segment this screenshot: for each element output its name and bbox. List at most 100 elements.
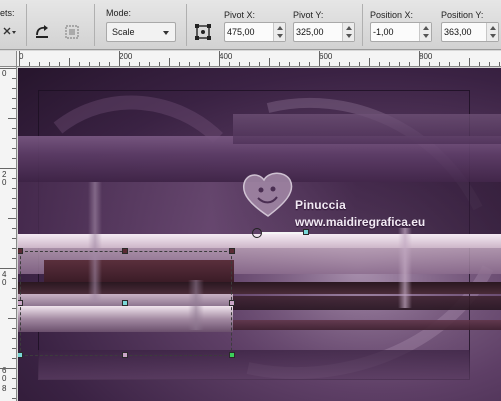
position-y-stepper[interactable] — [486, 23, 498, 41]
ruler-tick — [12, 188, 16, 189]
handle-center[interactable] — [122, 300, 128, 306]
ruler-tick — [99, 62, 100, 66]
arrow-up-icon[interactable] — [277, 26, 283, 30]
pivot-x-input[interactable] — [227, 24, 271, 40]
ruler-tick — [79, 62, 80, 66]
pivot-y-stepper[interactable] — [342, 23, 354, 41]
handle-bottom-right[interactable] — [229, 352, 235, 358]
position-x-spinner[interactable] — [370, 22, 432, 42]
ruler-tick — [149, 62, 150, 66]
ruler-tick — [389, 62, 390, 66]
ruler-tick — [249, 62, 250, 66]
toolbar-separator — [94, 4, 95, 46]
mode-value: Scale — [112, 27, 135, 37]
arrow-down-icon[interactable] — [346, 34, 352, 38]
ruler-tick — [209, 62, 210, 66]
watermark-url: www.maidiregrafica.eu — [295, 215, 426, 229]
ruler-tick — [69, 58, 70, 66]
ruler-tick — [259, 62, 260, 66]
ruler-tick — [319, 51, 320, 66]
handle-middle-right[interactable] — [229, 300, 235, 306]
pivot-y-label: Pivot Y: — [293, 10, 324, 20]
position-x-input[interactable] — [373, 24, 417, 40]
handle-top-middle[interactable] — [122, 248, 128, 254]
ruler-tick — [0, 68, 16, 69]
ruler-tick — [12, 88, 16, 89]
column-highlight — [398, 228, 412, 308]
ruler-label: 800 — [419, 52, 433, 61]
ruler-tick — [12, 258, 16, 259]
ruler-tick — [349, 62, 350, 66]
ruler-tick — [359, 62, 360, 66]
ruler-tick — [139, 62, 140, 66]
ruler-tick — [12, 358, 16, 359]
pivot-x-stepper[interactable] — [273, 23, 285, 41]
pivot-x-spinner[interactable] — [224, 22, 286, 42]
ruler-tick — [409, 62, 410, 66]
ruler-tick — [239, 62, 240, 66]
handle-middle-left[interactable] — [18, 300, 23, 306]
ruler-tick — [29, 62, 30, 66]
rotation-handle[interactable] — [303, 229, 309, 235]
handle-bottom-middle[interactable] — [122, 352, 128, 358]
ruler-tick — [179, 62, 180, 66]
ruler-label: 0 — [2, 374, 7, 383]
horizontal-ruler[interactable]: 0 200 400 600 800 — [17, 51, 501, 67]
ruler-tick — [8, 118, 16, 119]
band-layer — [233, 320, 501, 330]
reset-rectangle-icon[interactable] — [32, 22, 52, 42]
position-y-spinner[interactable] — [441, 22, 499, 42]
ruler-tick — [19, 51, 20, 66]
handle-bottom-left[interactable] — [18, 352, 23, 358]
ruler-tick — [12, 278, 16, 279]
image-canvas[interactable]: Pinuccia www.maidiregrafica.eu — [18, 68, 501, 401]
ruler-tick — [419, 51, 420, 66]
ruler-tick — [109, 62, 110, 66]
ruler-tick — [299, 62, 300, 66]
ruler-tick — [12, 208, 16, 209]
ruler-tick — [189, 62, 190, 66]
toolbar-separator — [362, 4, 363, 46]
handle-top-left[interactable] — [18, 248, 23, 254]
chevron-down-icon — [163, 31, 169, 35]
arrow-down-icon[interactable] — [490, 34, 496, 38]
ruler-label: 400 — [219, 52, 233, 61]
mode-dropdown[interactable]: Scale — [106, 22, 176, 42]
pivot-center-icon[interactable] — [193, 22, 213, 42]
ruler-tick — [159, 62, 160, 66]
ruler-tick — [12, 308, 16, 309]
pivot-y-input[interactable] — [296, 24, 340, 40]
arrow-down-icon[interactable] — [277, 34, 283, 38]
ruler-tick — [39, 62, 40, 66]
ruler-corner — [0, 51, 17, 67]
ruler-tick — [8, 218, 16, 219]
ruler-tick — [399, 62, 400, 66]
ruler-tick — [12, 348, 16, 349]
vertical-ruler[interactable]: 0 2 0 4 0 6 0 8 — [0, 67, 17, 401]
ruler-tick — [12, 328, 16, 329]
arrow-up-icon[interactable] — [490, 26, 496, 30]
rotation-pivot[interactable] — [252, 228, 262, 238]
position-y-input[interactable] — [444, 24, 486, 40]
ruler-tick — [379, 62, 380, 66]
position-x-stepper[interactable] — [419, 23, 431, 41]
ruler-label: 200 — [119, 52, 133, 61]
apply-transform-icon[interactable] — [62, 22, 82, 42]
ruler-tick — [89, 62, 90, 66]
ruler-label: 8 — [2, 384, 7, 393]
ruler-tick — [269, 58, 270, 66]
handle-top-right[interactable] — [229, 248, 235, 254]
ruler-tick — [12, 108, 16, 109]
ruler-tick — [0, 368, 16, 369]
ruler-tick — [59, 62, 60, 66]
presets-dropdown-icon[interactable] — [0, 22, 20, 42]
arrow-up-icon[interactable] — [346, 26, 352, 30]
ruler-tick — [199, 62, 200, 66]
arrow-down-icon[interactable] — [423, 34, 429, 38]
ruler-tick — [12, 298, 16, 299]
ruler-tick — [219, 51, 220, 66]
ruler-tick — [12, 198, 16, 199]
arrow-up-icon[interactable] — [423, 26, 429, 30]
pivot-y-spinner[interactable] — [293, 22, 355, 42]
ruler-tick — [12, 248, 16, 249]
